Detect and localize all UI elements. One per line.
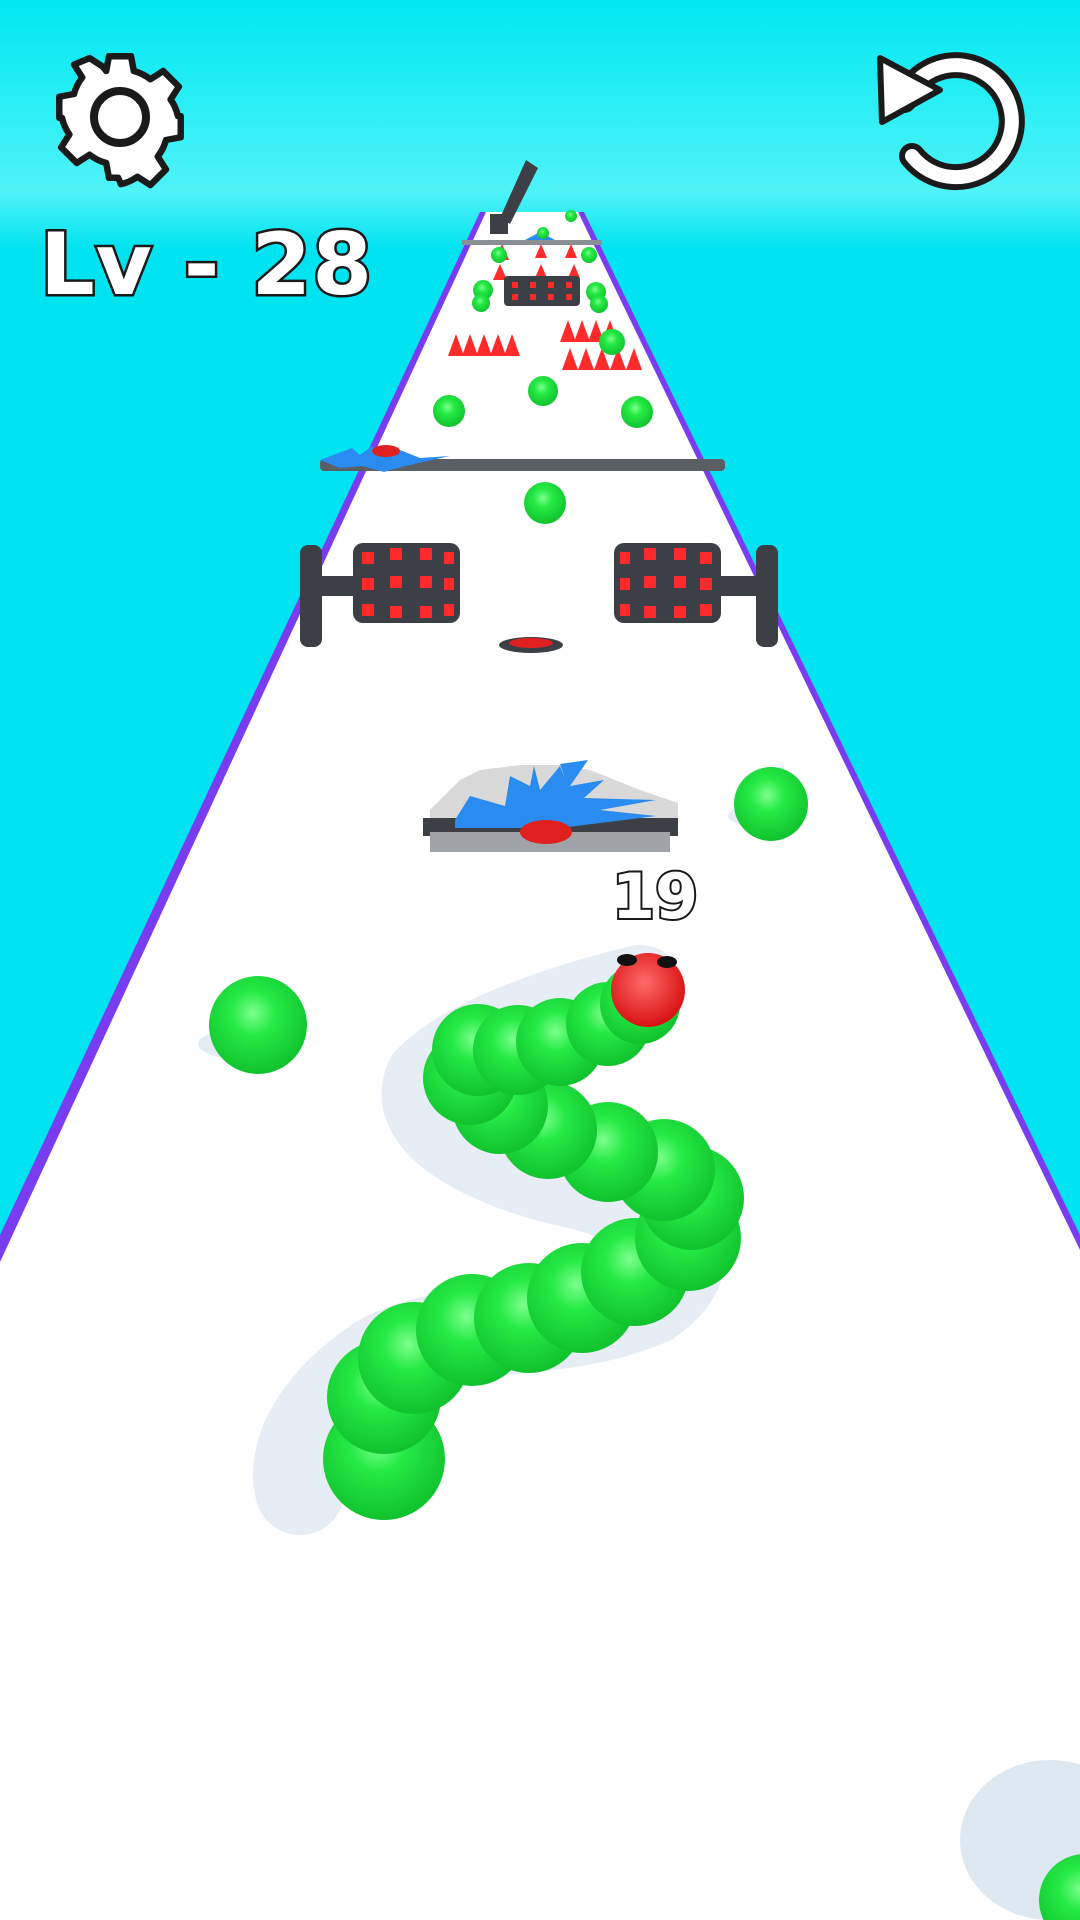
snake-length-counter: 19	[610, 858, 700, 935]
settings-button[interactable]	[44, 42, 194, 192]
level-label: Lv - 28	[37, 213, 374, 318]
floor-button	[499, 637, 563, 653]
snake-head	[611, 953, 685, 1027]
restart-button[interactable]	[880, 50, 1020, 190]
distant-roller	[504, 276, 580, 306]
